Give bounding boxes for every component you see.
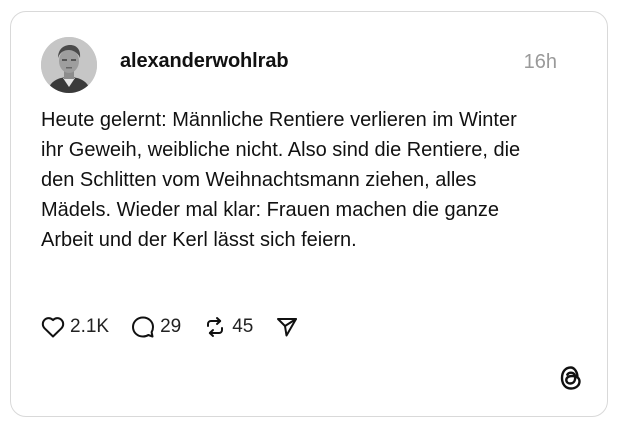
- threads-logo-icon: [557, 364, 585, 392]
- send-icon: [275, 315, 299, 339]
- comment-bubble-icon: [131, 315, 155, 339]
- reply-count: 29: [160, 316, 182, 337]
- post-timestamp: 16h: [523, 51, 557, 73]
- share-button[interactable]: [275, 315, 299, 339]
- repost-button[interactable]: 45: [203, 315, 253, 339]
- reply-button[interactable]: 29: [131, 315, 181, 339]
- heart-icon: [41, 316, 65, 338]
- username[interactable]: alexanderwohlrab: [120, 50, 289, 73]
- avatar-photo: [41, 37, 97, 93]
- action-bar: 2.1K 29 45: [41, 314, 321, 340]
- repost-arrows-icon: [203, 315, 227, 339]
- like-count: 2.1K: [70, 316, 110, 337]
- post-text: Heute gelernt: Männliche Rentiere verlie…: [41, 109, 521, 251]
- avatar[interactable]: [41, 37, 97, 93]
- like-button[interactable]: 2.1K: [41, 316, 109, 338]
- repost-count: 45: [232, 316, 254, 337]
- post-card: alexanderwohlrab 16h Heute gelernt: Männ…: [10, 11, 608, 417]
